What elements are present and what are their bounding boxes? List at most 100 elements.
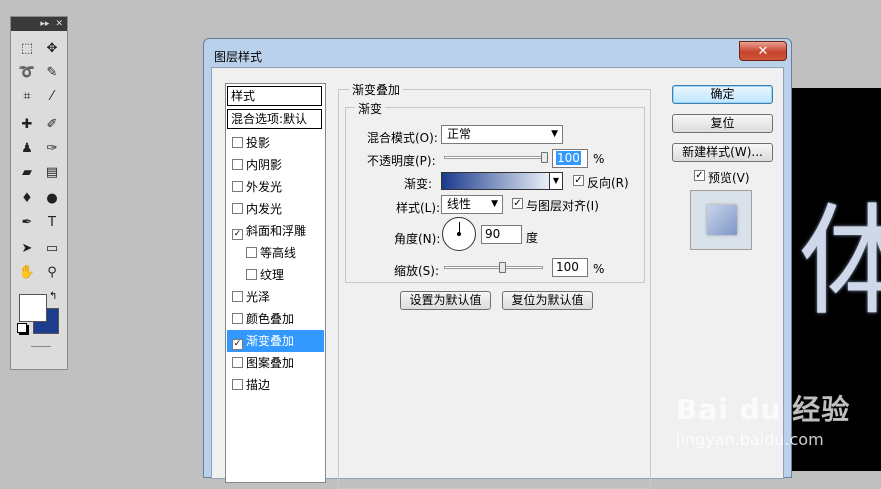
scale-label: 缩放(S): (394, 264, 440, 278)
style-label: 样式(L): (396, 201, 441, 215)
type-icon[interactable]: T (41, 213, 63, 231)
reset-button[interactable]: 复位 (672, 114, 773, 133)
healing-brush-icon[interactable]: ✚ (16, 115, 38, 133)
style-item[interactable]: 图案叠加 (227, 352, 324, 374)
brush-icon[interactable]: ✐ (41, 115, 63, 133)
close-icon[interactable]: ✕ (55, 19, 63, 29)
style-item[interactable]: 内阴影 (227, 154, 324, 176)
gradient-picker[interactable] (441, 172, 550, 190)
angle-dial[interactable] (442, 217, 476, 251)
style-item-checkbox[interactable]: ✓ (232, 229, 243, 240)
style-preview-thumbnail (690, 190, 752, 250)
style-item-label: 等高线 (260, 246, 297, 260)
default-colors-icon[interactable] (17, 323, 27, 333)
eyedropper-icon[interactable]: ⁄ (41, 87, 63, 105)
style-item-label: 颜色叠加 (246, 312, 295, 326)
scale-unit: % (593, 262, 605, 276)
opacity-value: 100 (556, 151, 581, 165)
marquee-icon[interactable]: ⬚ (16, 39, 38, 57)
ok-button[interactable]: 确定 (672, 85, 773, 104)
style-item-checkbox[interactable] (232, 181, 243, 192)
expand-icon[interactable]: ▸▸ (40, 19, 49, 29)
reset-default-button[interactable]: 复位为默认值 (502, 291, 593, 310)
tools-palette: ▸▸ ✕ ⬚ ✥ ➰ ✎ ⌗ ⁄ ✚ ✐ ♟ ✑ ▰ ▤ ♦ ● ✒ T ➤ ▭ ✋ ⚲ ↰ (10, 16, 68, 370)
opacity-slider[interactable] (444, 156, 548, 159)
gradient-style-select[interactable]: 线性 ▼ (441, 195, 503, 214)
style-item-checkbox[interactable] (232, 357, 243, 368)
styles-header[interactable]: 样式 (227, 86, 322, 106)
move-icon[interactable]: ✥ (41, 39, 63, 57)
style-item-checkbox[interactable] (246, 269, 257, 280)
style-item-label: 图案叠加 (246, 356, 295, 370)
style-item[interactable]: 纹理 (227, 264, 324, 286)
document-canvas[interactable]: 体 (790, 88, 881, 471)
scale-slider[interactable] (444, 266, 543, 269)
style-item-checkbox[interactable] (246, 247, 257, 258)
style-item-label: 渐变叠加 (246, 334, 295, 348)
blend-mode-label: 混合模式(O): (367, 131, 438, 145)
align-with-layer-label: 与图层对齐(I) (526, 199, 599, 213)
swap-colors-icon[interactable]: ↰ (49, 291, 57, 302)
style-item[interactable]: 颜色叠加 (227, 308, 324, 330)
preview-label: 预览(V) (708, 171, 750, 185)
style-item-checkbox[interactable] (232, 379, 243, 390)
preview-checkbox[interactable]: ✓ (694, 170, 705, 181)
style-item[interactable]: 光泽 (227, 286, 324, 308)
dialog-close-button[interactable]: ✕ (739, 41, 787, 61)
style-item-label: 纹理 (260, 268, 285, 282)
tools-divider (31, 346, 51, 347)
crop-icon[interactable]: ⌗ (16, 87, 38, 105)
opacity-label: 不透明度(P): (367, 154, 436, 168)
shape-icon[interactable]: ▭ (41, 239, 63, 257)
new-style-button[interactable]: 新建样式(W)... (672, 143, 773, 162)
pen-icon[interactable]: ✒ (16, 213, 38, 231)
style-item[interactable]: 外发光 (227, 176, 324, 198)
style-item-checkbox[interactable]: ✓ (232, 339, 243, 350)
scale-slider-thumb[interactable] (499, 262, 507, 273)
gradient-icon[interactable]: ▤ (41, 163, 63, 181)
dodge-icon[interactable]: ● (41, 189, 63, 207)
align-with-layer-checkbox[interactable]: ✓ (512, 198, 523, 209)
style-item-label: 投影 (246, 136, 271, 150)
magic-wand-icon[interactable]: ✎ (41, 63, 63, 81)
tools-title-bar[interactable]: ▸▸ ✕ (11, 17, 67, 31)
style-item-checkbox[interactable] (232, 203, 243, 214)
style-item[interactable]: 等高线 (227, 242, 324, 264)
chevron-down-icon: ▼ (491, 199, 498, 209)
angle-input[interactable]: 90 (481, 225, 522, 244)
style-item-checkbox[interactable] (232, 291, 243, 302)
angle-dial-center (457, 232, 461, 236)
scale-input[interactable]: 100 (552, 258, 588, 277)
lasso-icon[interactable]: ➰ (16, 63, 38, 81)
gradient-style-value: 线性 (447, 197, 472, 211)
blend-mode-select[interactable]: 正常 ▼ (441, 125, 563, 144)
style-item[interactable]: 内发光 (227, 198, 324, 220)
path-select-icon[interactable]: ➤ (16, 239, 38, 257)
style-item-checkbox[interactable] (232, 313, 243, 324)
eraser-icon[interactable]: ▰ (16, 163, 38, 181)
style-item[interactable]: 投影 (227, 132, 324, 154)
angle-label: 角度(N): (394, 232, 441, 246)
hand-icon[interactable]: ✋ (16, 263, 38, 281)
opacity-input[interactable]: 100 (552, 149, 588, 168)
zoom-icon[interactable]: ⚲ (41, 263, 63, 281)
reverse-checkbox[interactable]: ✓ (573, 175, 584, 186)
opacity-slider-thumb[interactable] (541, 152, 548, 163)
style-preview-swatch (707, 205, 737, 235)
dialog-title: 图层样式 (214, 50, 263, 64)
history-brush-icon[interactable]: ✑ (41, 139, 63, 157)
style-item-label: 内阴影 (246, 158, 283, 172)
foreground-color-swatch[interactable] (19, 294, 47, 322)
blend-options-item[interactable]: 混合选项:默认 (227, 109, 322, 129)
gradient-label: 渐变: (404, 177, 433, 191)
make-default-button[interactable]: 设置为默认值 (400, 291, 491, 310)
gradient-dropdown-button[interactable]: ▼ (549, 172, 563, 190)
style-item[interactable]: ✓ 渐变叠加 (227, 330, 324, 352)
style-item[interactable]: ✓ 斜面和浮雕 (227, 220, 324, 242)
styles-list: 样式 混合选项:默认 投影内阴影外发光 内发光 ✓ 斜面和浮雕等高线纹理光泽颜色叠加 ✓… (225, 83, 326, 483)
style-item-checkbox[interactable] (232, 137, 243, 148)
blur-icon[interactable]: ♦ (16, 189, 38, 207)
style-item-checkbox[interactable] (232, 159, 243, 170)
style-item[interactable]: 描边 (227, 374, 324, 396)
clone-stamp-icon[interactable]: ♟ (16, 139, 38, 157)
